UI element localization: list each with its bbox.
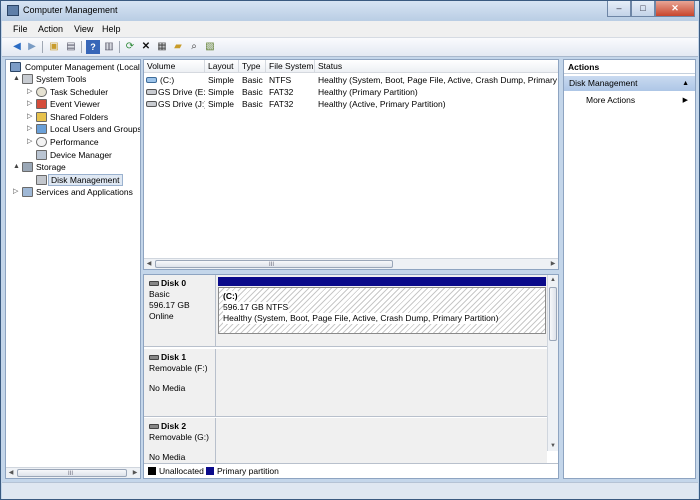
computer-management-icon [7,5,19,16]
disk-icon [149,281,159,287]
column-header-layout[interactable]: Layout [205,60,239,73]
menu-action[interactable]: Action [38,24,63,34]
disk-0-partitions: (C:) 596.17 GB NTFS Healthy (System, Boo… [216,275,547,347]
actions-title: Actions [564,60,695,74]
collapse-arrow-icon[interactable]: ▲ [13,161,21,173]
disk-view-vertical-scrollbar[interactable]: ▲ ▼ [547,275,558,451]
scroll-right-icon[interactable]: ▶ [130,468,140,478]
drive-icon [146,77,157,83]
help-icon[interactable]: ? [86,40,100,54]
disk-1-area [216,349,547,417]
primary-partition-bar [218,277,546,286]
unallocated-swatch [148,467,156,475]
actions-pane: Actions Disk Management ▲ More Actions ▶ [563,59,696,479]
expand-arrow-icon[interactable]: ▷ [27,98,35,110]
expand-arrow-icon[interactable]: ▷ [27,111,35,123]
minimize-button[interactable]: – [607,1,631,17]
volume-list: Volume Layout Type File System Status (C… [143,59,559,270]
column-header-volume[interactable]: Volume [144,60,205,73]
disk-graphical-view: Disk 0 Basic 596.17 GB Online (C:) 596.1… [143,274,559,479]
table-row[interactable]: GS Drive (E:) Simple Basic FAT32 Healthy… [144,86,558,98]
tools-icon [22,74,33,84]
show-hide-action-pane-icon[interactable]: ▥ [102,40,116,54]
up-folder-icon[interactable]: ▣ [47,40,61,54]
table-row[interactable]: GS Drive (J:) Simple Basic FAT32 Healthy… [144,98,558,110]
toolbar: ◀ ▶ ▣ ▤ ? ▥ ⟳ ✕ ▦ ▰ ⌕ ▧ [2,38,698,57]
console-tree: Computer Management (Local ▲ System Tool… [5,59,141,479]
volume-list-horizontal-scrollbar[interactable]: ◀ III ▶ [144,258,558,269]
disk-icon [149,355,159,361]
collapse-up-icon[interactable]: ▲ [682,76,689,91]
storage-icon [22,162,33,172]
actions-section-disk-management[interactable]: Disk Management ▲ [564,76,695,91]
disk-icon [149,424,159,430]
scroll-down-icon[interactable]: ▼ [548,441,558,451]
close-button[interactable]: ✕ [655,1,695,17]
scrollbar-thumb[interactable] [549,287,557,341]
partition-c[interactable]: (C:) 596.17 GB NTFS Healthy (System, Boo… [218,287,546,334]
shared-folder-icon [36,112,47,122]
users-icon [36,124,47,134]
title-bar[interactable]: Computer Management – □ ✕ [1,1,699,21]
scroll-up-icon[interactable]: ▲ [548,275,558,285]
performance-icon [36,137,47,147]
clock-icon [36,87,47,97]
legend-unallocated: Unallocated [159,466,204,476]
menu-help[interactable]: Help [102,24,121,34]
table-row[interactable]: (C:) Simple Basic NTFS Healthy (System, … [144,74,558,86]
properties-icon[interactable]: ▦ [155,40,169,54]
expand-arrow-icon[interactable]: ▷ [27,136,35,148]
search-icon[interactable]: ⌕ [187,40,201,54]
export-icon[interactable]: ▧ [203,40,217,54]
computer-icon [10,62,21,72]
back-arrow-icon[interactable]: ◀ [10,40,24,54]
submenu-arrow-icon: ▶ [682,97,688,104]
refresh-icon[interactable]: ⟳ [123,40,137,54]
services-icon [22,187,33,197]
scroll-left-icon[interactable]: ◀ [6,468,16,478]
disk-2-info[interactable]: Disk 2 Removable (G:) No Media [144,418,216,464]
event-viewer-icon [36,99,47,109]
show-hide-tree-icon[interactable]: ▤ [64,40,78,54]
disk-1-info[interactable]: Disk 1 Removable (F:) No Media [144,349,216,417]
disk-0-info[interactable]: Disk 0 Basic 596.17 GB Online [144,275,216,347]
menu-bar: File Action View Help [2,21,698,38]
scrollbar-thumb[interactable]: III [155,260,393,268]
drive-icon [146,101,157,107]
drive-icon [146,89,157,95]
device-manager-icon [36,150,47,160]
delete-icon[interactable]: ✕ [139,40,153,54]
collapse-arrow-icon[interactable]: ▲ [13,73,21,85]
tree-horizontal-scrollbar[interactable]: ◀ III ▶ [6,467,140,478]
menu-view[interactable]: View [74,24,93,34]
disk-legend: Unallocated Primary partition [144,463,558,478]
more-actions-item[interactable]: More Actions ▶ [564,94,695,107]
maximize-button[interactable]: □ [631,1,655,17]
primary-partition-swatch [206,467,214,475]
disk-management-icon [36,175,47,185]
column-header-type[interactable]: Type [239,60,266,73]
scrollbar-thumb[interactable]: III [17,469,127,477]
scroll-left-icon[interactable]: ◀ [144,259,154,269]
expand-arrow-icon[interactable]: ▷ [27,86,35,98]
menu-file[interactable]: File [13,24,28,34]
status-bar [2,482,698,499]
forward-arrow-icon[interactable]: ▶ [25,40,39,54]
column-header-file-system[interactable]: File System [266,60,315,73]
open-icon[interactable]: ▰ [171,40,185,54]
expand-arrow-icon[interactable]: ▷ [13,186,21,198]
app-window: Computer Management – □ ✕ File Action Vi… [0,0,700,500]
disk-2-area [216,418,547,464]
legend-primary: Primary partition [217,466,279,476]
expand-arrow-icon[interactable]: ▷ [27,123,35,135]
column-header-status[interactable]: Status [315,60,558,73]
scroll-right-icon[interactable]: ▶ [548,259,558,269]
window-title: Computer Management [23,5,118,15]
